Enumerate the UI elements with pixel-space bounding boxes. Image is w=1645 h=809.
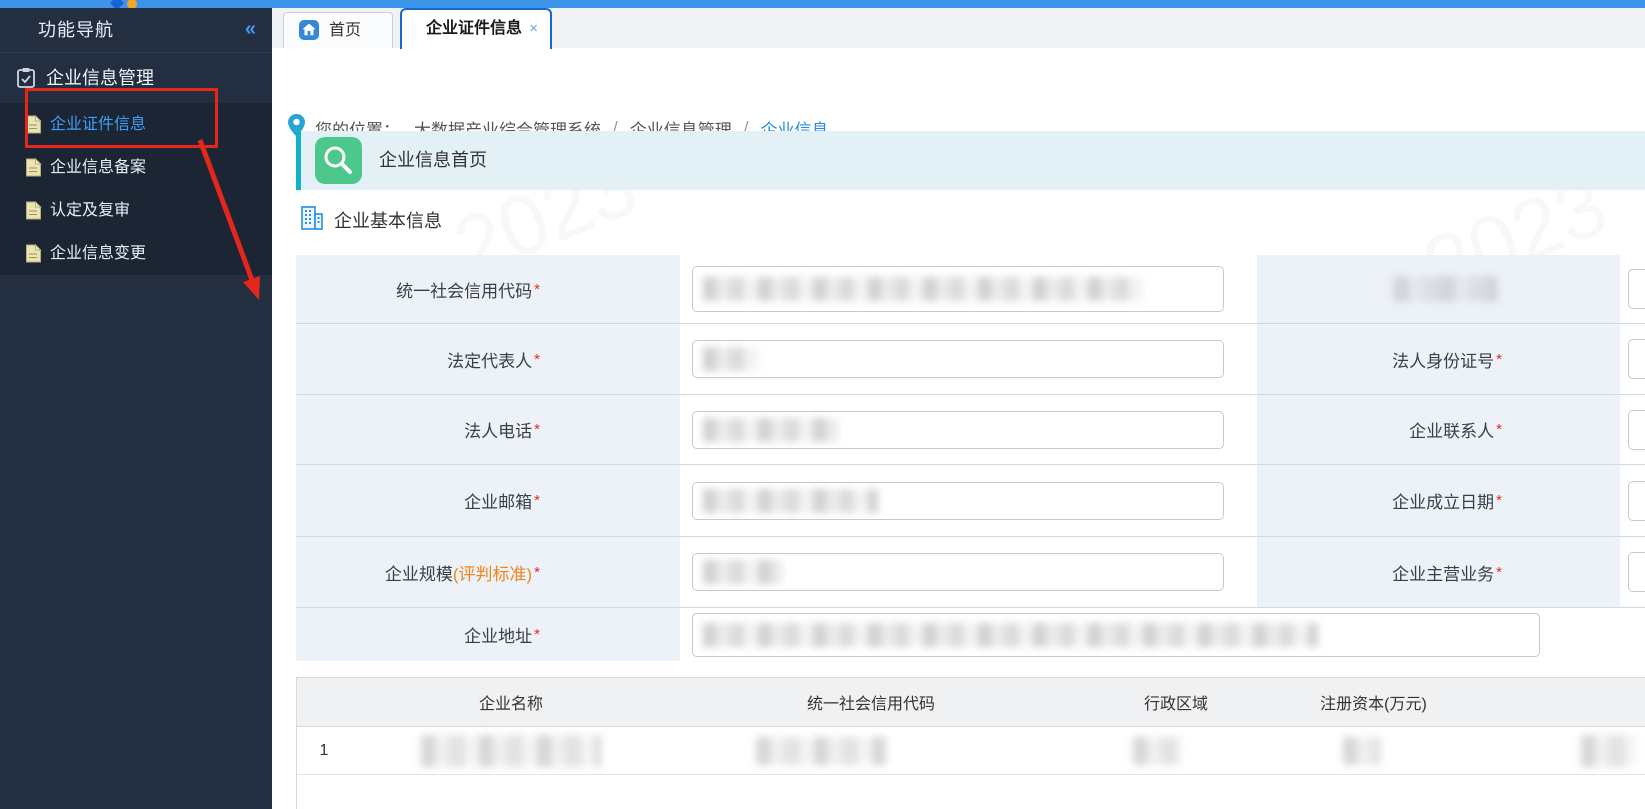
required-mark: *: [1496, 421, 1502, 438]
legal-phone-input[interactable]: [692, 411, 1224, 449]
email-input[interactable]: [692, 482, 1224, 520]
column-header-name: 企业名称: [351, 690, 671, 714]
enterprise-basic-info-form: 统一社会信用代码* 法定代表人*: [296, 255, 1645, 662]
sidebar-item-certificate-info[interactable]: 企业证件信息: [0, 103, 272, 146]
input-edge[interactable]: [1628, 269, 1645, 309]
form-row-legal-representative: 法定代表人* 法人身份证号*: [296, 323, 1645, 394]
collapse-sidebar-icon[interactable]: «: [245, 8, 256, 50]
document-icon: [25, 158, 42, 182]
input-edge[interactable]: [1628, 481, 1645, 521]
enterprise-scale-input[interactable]: [692, 553, 1224, 591]
sidebar-submenu: 企业证件信息 企业信息备案: [0, 103, 272, 275]
legal-representative-input[interactable]: [692, 340, 1224, 378]
field-label: 企业地址*: [296, 608, 680, 661]
scale-criteria-link[interactable]: (评判标准): [453, 560, 532, 585]
document-icon: [25, 244, 42, 268]
input-edge[interactable]: [1628, 552, 1645, 592]
row-index: 1: [297, 742, 351, 760]
sidebar-group-label: 企业信息管理: [46, 53, 154, 103]
form-row-email: 企业邮箱* 企业成立日期*: [296, 464, 1645, 536]
required-mark: *: [534, 492, 540, 509]
required-mark: *: [534, 351, 540, 368]
field-label: 法人身份证号*: [1257, 324, 1620, 394]
page-banner: 企业信息首页: [296, 131, 1645, 190]
form-row-legal-phone: 法人电话* 企业联系人*: [296, 394, 1645, 464]
column-header-capital: 注册资本(万元): [1281, 690, 1466, 714]
field-label-redacted: [1257, 255, 1620, 323]
redacted-value: [421, 735, 601, 767]
table-header-row: 企业名称 统一社会信用代码 行政区域 注册资本(万元): [297, 678, 1645, 727]
sidebar: 功能导航 « 企业信息管理: [0, 8, 272, 809]
redacted-value: [1133, 737, 1181, 765]
enterprise-table: 企业名称 统一社会信用代码 行政区域 注册资本(万元) 1: [296, 677, 1645, 809]
search-icon: [315, 137, 362, 184]
sidebar-item-label: 企业信息变更: [50, 232, 146, 275]
required-mark: *: [534, 626, 540, 643]
column-header-credit-code: 统一社会信用代码: [671, 690, 1071, 714]
home-icon: [298, 19, 320, 46]
address-input[interactable]: [692, 613, 1540, 657]
form-row-enterprise-scale: 企业规模(评判标准)* 企业主营业务*: [296, 536, 1645, 607]
redacted-label: [1393, 276, 1498, 302]
required-mark: *: [1496, 492, 1502, 509]
content-area: 2023 2023 2023 您的位置： 大数据产业综合管理系统 / 企业信息管…: [272, 48, 1645, 809]
redacted-value: [703, 623, 1318, 647]
table-row[interactable]: 1: [297, 727, 1645, 775]
tab-active-label: 企业证件信息: [426, 10, 522, 47]
redacted-value: [703, 347, 758, 371]
redacted-value: [1343, 737, 1381, 765]
sidebar-item-label: 企业证件信息: [50, 103, 146, 146]
required-mark: *: [534, 564, 540, 581]
redacted-value: [756, 737, 886, 765]
redacted-value: [703, 277, 1143, 301]
input-edge[interactable]: [1628, 410, 1645, 450]
sidebar-title: 功能导航: [38, 8, 114, 52]
form-row-credit-code: 统一社会信用代码*: [296, 255, 1645, 323]
required-mark: *: [1496, 351, 1502, 368]
field-label: 企业规模(评判标准)*: [296, 537, 680, 607]
section-title: 企业基本信息: [300, 206, 442, 234]
field-label: 企业联系人*: [1257, 395, 1620, 464]
sidebar-item-info-filing[interactable]: 企业信息备案: [0, 146, 272, 189]
document-icon: [25, 115, 42, 139]
field-label: 企业主营业务*: [1257, 537, 1620, 607]
tab-certificate-info[interactable]: 企业证件信息 ×: [400, 8, 552, 49]
building-icon: [300, 205, 324, 236]
redacted-value: [703, 418, 838, 442]
banner-title: 企业信息首页: [379, 131, 487, 190]
close-tab-icon[interactable]: ×: [529, 10, 538, 47]
main-area: 首页 企业证件信息 × 2023 2023 2023 您的位置： 大数据产: [272, 8, 1645, 809]
form-row-address: 企业地址*: [296, 607, 1645, 661]
sidebar-item-label: 企业信息备案: [50, 146, 146, 189]
sidebar-item-label: 认定及复审: [50, 189, 130, 232]
clipboard-icon: [16, 67, 36, 94]
field-label: 企业成立日期*: [1257, 465, 1620, 536]
sidebar-item-review[interactable]: 认定及复审: [0, 189, 272, 232]
required-mark: *: [534, 421, 540, 438]
tab-home[interactable]: 首页: [283, 12, 393, 48]
column-header-region: 行政区域: [1071, 690, 1281, 714]
field-label: 企业邮箱*: [296, 465, 680, 536]
field-label: 统一社会信用代码*: [296, 255, 680, 323]
app-canvas: 功能导航 « 企业信息管理: [0, 0, 1645, 809]
sidebar-item-info-change[interactable]: 企业信息变更: [0, 232, 272, 275]
field-label: 法人电话*: [296, 395, 680, 464]
redacted-value: [703, 560, 783, 584]
sidebar-header: 功能导航 «: [0, 8, 272, 53]
document-icon: [25, 201, 42, 225]
input-edge[interactable]: [1628, 339, 1645, 379]
sidebar-group-enterprise-info[interactable]: 企业信息管理: [0, 53, 272, 103]
top-strip: [0, 0, 1645, 8]
required-mark: *: [1496, 564, 1502, 581]
credit-code-input[interactable]: [692, 266, 1224, 312]
redacted-value: [703, 489, 878, 513]
tab-home-label: 首页: [329, 13, 361, 48]
field-label: 法定代表人*: [296, 324, 680, 394]
redacted-value: [1581, 735, 1636, 767]
section-title-label: 企业基本信息: [334, 207, 442, 233]
required-mark: *: [534, 281, 540, 298]
tab-bar: 首页 企业证件信息 ×: [272, 8, 1645, 49]
